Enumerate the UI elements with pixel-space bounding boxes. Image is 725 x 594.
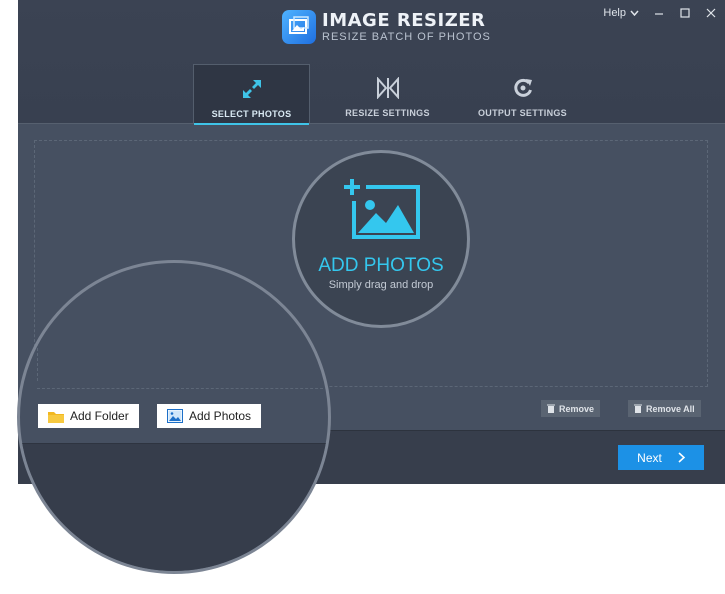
folder-icon: [48, 411, 64, 423]
trash-icon: [634, 404, 642, 413]
app-title: IMAGE RESIZER: [322, 9, 486, 31]
remove-all-button[interactable]: Remove All: [628, 400, 701, 417]
help-menu[interactable]: Help: [603, 7, 639, 19]
dropzone-border-zoomed: [37, 263, 38, 381]
add-folder-button[interactable]: Add Folder: [38, 404, 139, 428]
app-subtitle: RESIZE BATCH OF PHOTOS: [322, 30, 491, 43]
add-photos-button[interactable]: Add Photos: [157, 404, 262, 428]
remove-button[interactable]: Remove: [541, 400, 601, 417]
remove-all-label: Remove All: [646, 403, 695, 414]
logo: IMAGE RESIZER RESIZE BATCH OF PHOTOS: [282, 10, 491, 44]
app-logo-icon: [282, 10, 316, 44]
help-label: Help: [603, 7, 626, 19]
footer-bar-zoomed: [20, 443, 328, 571]
tab-select-photos[interactable]: SELECT PHOTOS: [193, 64, 310, 125]
header: IMAGE RESIZER RESIZE BATCH OF PHOTOS Hel…: [18, 0, 725, 125]
maximize-icon: [680, 8, 690, 18]
add-photos-label: Add Photos: [189, 409, 252, 423]
remove-label: Remove: [559, 403, 595, 414]
trash-icon: [547, 404, 555, 413]
close-icon: [706, 8, 716, 18]
add-photos-subtitle: Simply drag and drop: [328, 279, 434, 291]
add-photos-target[interactable]: ADD PHOTOS Simply drag and drop: [292, 150, 470, 328]
minimize-button[interactable]: [653, 7, 665, 19]
resize-settings-icon: [376, 76, 400, 100]
chevron-right-icon: [678, 452, 685, 463]
add-image-icon: [344, 179, 420, 244]
window-controls: Help: [603, 7, 717, 19]
image-icon: [167, 409, 183, 423]
add-folder-label: Add Folder: [70, 409, 129, 423]
next-button[interactable]: Next: [618, 445, 704, 470]
add-photos-title: ADD PHOTOS: [318, 255, 444, 276]
next-label: Next: [637, 450, 662, 465]
step-tabs: SELECT PHOTOS RESIZE SETTINGS OUTPUT SET…: [193, 64, 580, 125]
maximize-button[interactable]: [679, 7, 691, 19]
close-button[interactable]: [705, 7, 717, 19]
expand-arrows-icon: [241, 77, 263, 101]
tab-output-settings[interactable]: OUTPUT SETTINGS: [465, 64, 580, 122]
minimize-icon: [655, 13, 663, 15]
output-settings-icon: [512, 76, 534, 100]
tab-label: SELECT PHOTOS: [211, 109, 292, 119]
tab-label: RESIZE SETTINGS: [345, 108, 430, 118]
magnifier-callout: Add Folder Add Photos: [17, 260, 331, 574]
tab-label: OUTPUT SETTINGS: [477, 108, 567, 118]
dropzone-border-zoomed: [37, 388, 328, 389]
chevron-down-icon: [630, 10, 639, 16]
tab-resize-settings[interactable]: RESIZE SETTINGS: [330, 64, 445, 122]
